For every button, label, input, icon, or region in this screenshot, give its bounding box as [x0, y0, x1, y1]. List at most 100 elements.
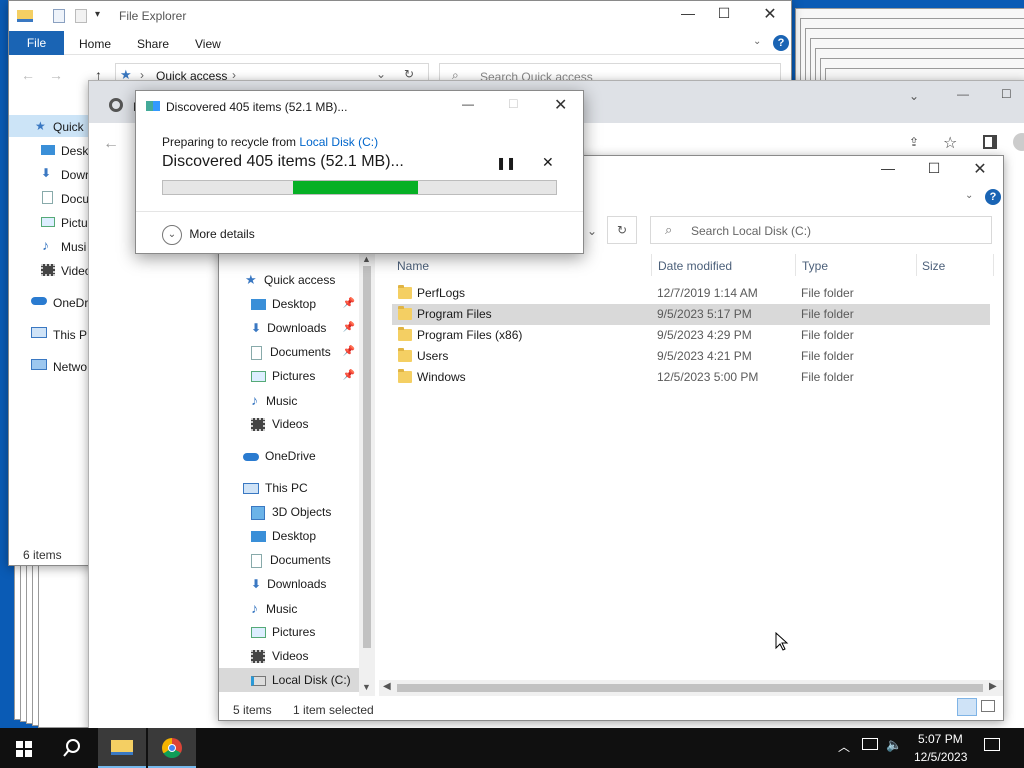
cancel-icon[interactable]: ✕ — [542, 154, 554, 171]
nav-scrollbar[interactable]: ▲ ▼ — [359, 252, 375, 696]
nav-item-pictures[interactable]: Pictures — [251, 620, 371, 644]
pin-icon[interactable]: 📌 — [343, 292, 355, 316]
nav-item-music[interactable]: ♪ Music — [251, 596, 371, 620]
column-type[interactable]: Type — [802, 259, 828, 273]
back-arrow-icon[interactable]: ← — [21, 67, 35, 83]
dialog-title-bar[interactable]: Discovered 405 items (52.1 MB)... — ☐ ✕ — [136, 91, 583, 121]
nav-item-local-disk[interactable]: Local Disk (C:) — [219, 668, 359, 692]
taskbar-search-button[interactable] — [48, 728, 96, 768]
refresh-icon[interactable]: ↻ — [404, 67, 414, 81]
new-folder-icon[interactable] — [75, 9, 87, 23]
nav-label[interactable]: Netwo — [53, 360, 87, 374]
scroll-thumb[interactable] — [397, 684, 983, 692]
start-button[interactable] — [0, 728, 48, 768]
maximize-icon[interactable]: ☐ — [1001, 87, 1012, 101]
help-icon[interactable]: ? — [773, 35, 789, 51]
list-item[interactable]: Users 9/5/2023 4:21 PM File folder — [392, 346, 990, 367]
column-divider[interactable] — [993, 254, 994, 276]
nav-label[interactable]: OneDr — [53, 296, 88, 310]
nav-item-onedrive[interactable]: OneDrive — [243, 444, 371, 468]
share-icon[interactable]: ⇪ — [909, 135, 919, 149]
nav-item-3d-objects[interactable]: 3D Objects — [251, 500, 371, 524]
ribbon-expand-icon[interactable]: ⌄ — [965, 190, 973, 201]
notifications-icon[interactable] — [984, 738, 1000, 751]
properties-icon[interactable] — [53, 9, 65, 23]
nav-label[interactable]: Dowr — [61, 168, 89, 182]
list-item[interactable]: PerfLogs 12/7/2019 1:14 AM File folder — [392, 283, 990, 304]
column-divider[interactable] — [795, 254, 796, 276]
close-icon[interactable]: ✕ — [747, 4, 793, 24]
qat-dropdown-icon[interactable]: ▾ — [95, 9, 100, 20]
tab-view[interactable]: View — [195, 37, 221, 51]
details-view-icon[interactable] — [957, 698, 977, 716]
list-item-selected[interactable]: Program Files 9/5/2023 5:17 PM File fold… — [392, 304, 990, 325]
large-icons-view-icon[interactable] — [981, 700, 995, 712]
minimize-icon[interactable]: — — [957, 87, 969, 101]
nav-label[interactable]: Docu — [61, 192, 89, 206]
nav-item-documents[interactable]: Documents 📌 — [251, 340, 359, 364]
nav-item-desktop[interactable]: Desktop 📌 — [251, 292, 359, 316]
nav-label[interactable]: Pictu — [61, 216, 88, 230]
horizontal-scrollbar[interactable]: ◀ ▶ — [379, 680, 1003, 696]
column-date[interactable]: Date modified — [658, 259, 732, 273]
clock-date[interactable]: 12/5/2023 — [914, 750, 967, 764]
pause-icon[interactable]: ❚❚ — [496, 156, 516, 170]
scroll-left-icon[interactable]: ◀ — [383, 681, 391, 692]
bookmark-star-icon[interactable]: ☆ — [943, 133, 957, 153]
nav-item-quick-access[interactable]: ★ Quick access — [245, 268, 373, 292]
column-size[interactable]: Size — [922, 259, 945, 273]
search-box[interactable]: ⌕ Search Local Disk (C:) — [650, 216, 992, 244]
more-details-button[interactable]: ⌄ More details — [162, 223, 255, 245]
address-dropdown-icon[interactable]: ⌄ — [587, 224, 597, 238]
taskbar-file-explorer[interactable] — [98, 728, 146, 768]
volume-muted-icon[interactable]: 🔈 — [886, 737, 902, 753]
nav-item-videos[interactable]: Videos — [251, 412, 359, 436]
network-icon[interactable] — [862, 738, 878, 750]
help-icon[interactable]: ? — [985, 189, 1001, 205]
scroll-thumb[interactable] — [363, 266, 371, 648]
close-icon[interactable]: ✕ — [554, 95, 567, 115]
tab-share[interactable]: Share — [137, 37, 169, 51]
refresh-button[interactable]: ↻ — [607, 216, 637, 244]
column-divider[interactable] — [651, 254, 652, 276]
recycle-progress-dialog[interactable]: Discovered 405 items (52.1 MB)... — ☐ ✕ … — [135, 90, 584, 254]
list-item[interactable]: Program Files (x86) 9/5/2023 4:29 PM Fil… — [392, 325, 990, 346]
show-hidden-icons-icon[interactable]: ︿ — [838, 738, 850, 755]
column-name[interactable]: Name — [397, 259, 429, 273]
nav-item-videos[interactable]: Videos — [251, 644, 371, 668]
minimize-icon[interactable]: — — [462, 97, 474, 111]
tab-home[interactable]: Home — [79, 37, 111, 51]
close-icon[interactable]: ✕ — [957, 159, 1003, 179]
scroll-right-icon[interactable]: ▶ — [989, 681, 997, 692]
nav-item-documents[interactable]: Documents — [251, 548, 371, 572]
nav-item-desktop[interactable]: Desktop — [251, 524, 371, 548]
pin-icon[interactable]: 📌 — [343, 364, 355, 388]
title-bar[interactable]: ▾ File Explorer — ☐ ✕ — [9, 1, 791, 31]
scroll-down-icon[interactable]: ▼ — [362, 682, 371, 692]
scroll-up-icon[interactable]: ▲ — [362, 254, 371, 264]
tab-file[interactable]: File — [9, 31, 64, 55]
nav-item-downloads[interactable]: ⬇ Downloads — [251, 572, 371, 596]
maximize-icon[interactable]: ☐ — [701, 5, 747, 22]
nav-label[interactable]: Musi — [61, 240, 86, 254]
nav-item-pictures[interactable]: Pictures 📌 — [251, 364, 359, 388]
source-link[interactable]: Local Disk (C:) — [299, 135, 378, 149]
address-dropdown-icon[interactable]: ⌄ — [376, 67, 386, 81]
chrome-tab-icon[interactable] — [109, 98, 123, 112]
nav-item-music[interactable]: ♪ Music — [251, 388, 359, 412]
minimize-icon[interactable]: — — [865, 160, 911, 176]
side-panel-icon[interactable] — [983, 135, 997, 149]
column-divider[interactable] — [916, 254, 917, 276]
list-item[interactable]: Windows 12/5/2023 5:00 PM File folder — [392, 367, 990, 388]
maximize-icon[interactable]: ☐ — [911, 160, 957, 177]
forward-arrow-icon[interactable]: → — [49, 67, 63, 83]
back-arrow-icon[interactable]: ← — [103, 135, 119, 153]
pin-icon[interactable]: 📌 — [343, 340, 355, 364]
taskbar-chrome[interactable] — [148, 728, 196, 768]
tab-search-icon[interactable]: ⌄ — [909, 89, 919, 103]
ribbon-expand-icon[interactable]: ⌄ — [753, 36, 761, 47]
profile-icon[interactable] — [1013, 133, 1024, 151]
nav-label[interactable]: Video — [61, 264, 91, 278]
nav-label[interactable]: This P — [53, 328, 87, 342]
pin-icon[interactable]: 📌 — [343, 316, 355, 340]
